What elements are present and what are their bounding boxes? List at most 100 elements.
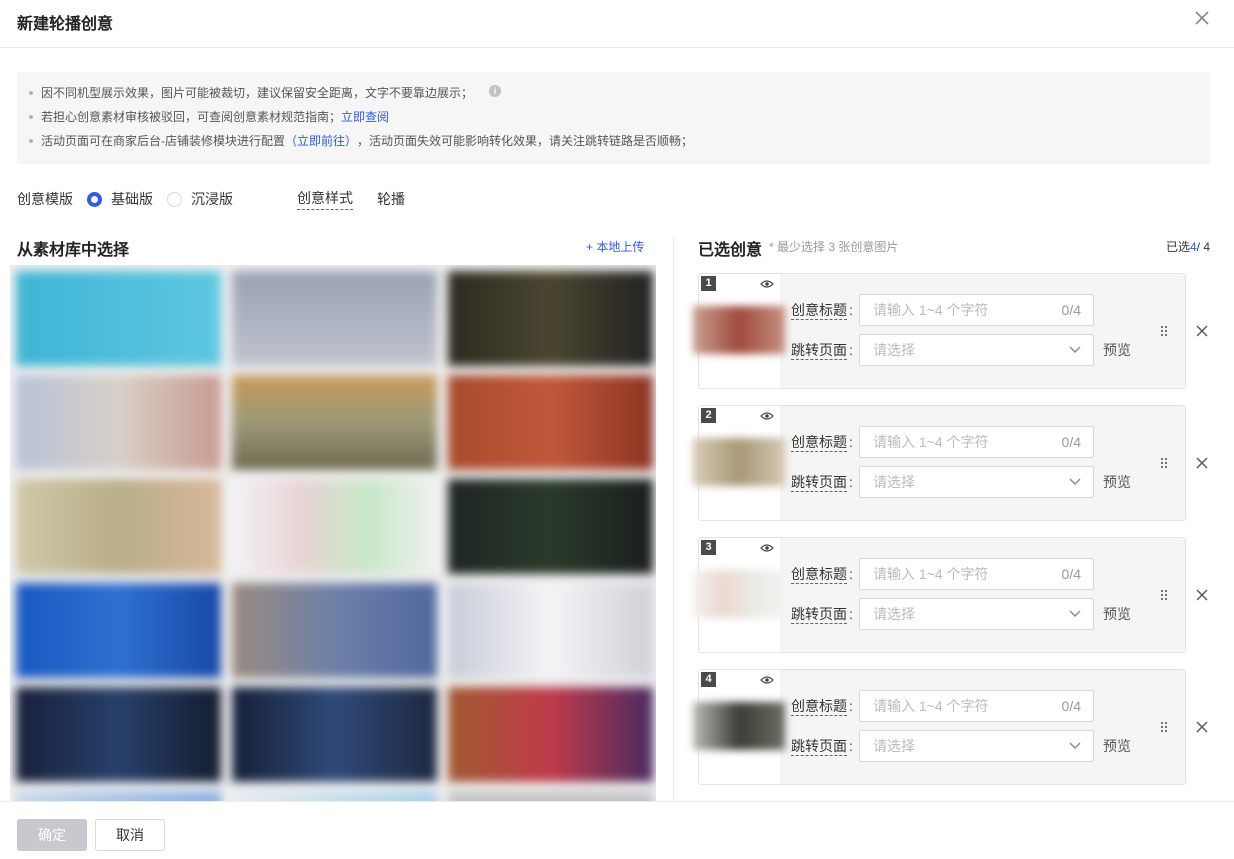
- jump-page-select[interactable]: 请选择: [859, 730, 1094, 762]
- select-placeholder: 请选择: [873, 474, 915, 490]
- cancel-button[interactable]: 取消: [95, 819, 165, 851]
- creative-title-input[interactable]: 请输入 1~4 个字符 0/4: [859, 294, 1094, 326]
- selected-count: 已选4/ 4: [1166, 238, 1210, 255]
- selected-title: 已选创意: [698, 242, 763, 259]
- preview-link[interactable]: 预览: [1103, 605, 1131, 623]
- jump-page-select[interactable]: 请选择: [859, 334, 1094, 366]
- confirm-button[interactable]: 确定: [17, 819, 87, 851]
- creative-title-input[interactable]: 请输入 1~4 个字符 0/4: [859, 558, 1094, 590]
- title-placeholder: 请输入 1~4 个字符: [873, 566, 989, 582]
- material-thumb[interactable]: [232, 583, 437, 678]
- material-thumb[interactable]: [448, 791, 653, 801]
- material-thumb[interactable]: [16, 791, 221, 801]
- material-thumb[interactable]: [232, 375, 437, 470]
- eye-icon[interactable]: [760, 543, 774, 553]
- remove-icon[interactable]: [1196, 457, 1208, 469]
- title-char-count: 0/4: [1061, 566, 1081, 582]
- jump-field-label: 跳转页面: [791, 738, 847, 756]
- jump-page-select[interactable]: 请选择: [859, 598, 1094, 630]
- jump-field-colon: :: [849, 474, 853, 490]
- material-thumb[interactable]: [16, 271, 221, 366]
- jump-page-select[interactable]: 请选择: [859, 466, 1094, 498]
- material-thumb[interactable]: [448, 271, 653, 366]
- title-field-colon: :: [849, 698, 853, 714]
- creative-title-input[interactable]: 请输入 1~4 个字符 0/4: [859, 426, 1094, 458]
- radio-checked-indicator[interactable]: [87, 191, 102, 207]
- eye-icon[interactable]: [760, 279, 774, 289]
- material-thumb[interactable]: [16, 583, 221, 678]
- title-char-count: 0/4: [1061, 434, 1081, 450]
- title-field-colon: :: [849, 434, 853, 450]
- radio-immersive[interactable]: 沉浸版: [167, 189, 233, 209]
- remove-icon[interactable]: [1196, 325, 1208, 337]
- title-field-label: 创意标题: [791, 302, 847, 320]
- count-current: 4: [1189, 240, 1197, 254]
- select-placeholder: 请选择: [873, 606, 915, 622]
- creative-title-input[interactable]: 请输入 1~4 个字符 0/4: [859, 690, 1094, 722]
- card-index: 1: [701, 276, 716, 291]
- remove-icon[interactable]: [1196, 721, 1208, 733]
- drag-handle-icon[interactable]: [1159, 325, 1169, 337]
- close-icon[interactable]: [1192, 8, 1212, 28]
- material-thumb[interactable]: [448, 583, 653, 678]
- title-field-colon: :: [849, 566, 853, 582]
- material-thumb[interactable]: [448, 687, 653, 782]
- creative-image-box: 1: [693, 274, 785, 388]
- drag-handle-icon[interactable]: [1159, 721, 1169, 733]
- eye-icon[interactable]: [760, 411, 774, 421]
- dialog-header: 新建轮播创意: [0, 0, 1234, 48]
- radio-unchecked-indicator[interactable]: [167, 191, 182, 207]
- selected-creative-card: 3 创意标题 : 请输入 1~4 个字符 0/4 跳转页面 : 请选择 预览: [693, 537, 1186, 653]
- material-grid[interactable]: [10, 265, 656, 801]
- creative-image: [693, 438, 785, 486]
- preview-link[interactable]: 预览: [1103, 473, 1131, 491]
- notice-box: 因不同机型展示效果，图片可能被裁切，建议保留安全距离，文字不要靠边展示； i 若…: [17, 72, 1210, 164]
- info-icon[interactable]: i: [489, 85, 502, 97]
- radio-basic[interactable]: 基础版: [87, 189, 153, 209]
- selected-subtitle: * 最少选择 3 张创意图片: [769, 240, 899, 254]
- preview-link[interactable]: 预览: [1103, 737, 1131, 755]
- select-placeholder: 请选择: [873, 342, 915, 358]
- bullet-dot: [29, 91, 33, 95]
- bullet-dot: [29, 115, 33, 119]
- go-now-link[interactable]: （立即前往）: [285, 133, 357, 149]
- material-thumb[interactable]: [232, 479, 437, 574]
- chevron-down-icon: [1069, 478, 1081, 485]
- local-upload-link[interactable]: + 本地上传: [586, 238, 644, 255]
- dialog-title: 新建轮播创意: [17, 16, 114, 33]
- title-char-count: 0/4: [1061, 698, 1081, 714]
- template-row: 创意模版 基础版 沉浸版 创意样式 轮播: [17, 189, 405, 210]
- creative-image: [693, 702, 785, 750]
- material-thumb[interactable]: [232, 791, 437, 801]
- title-placeholder: 请输入 1~4 个字符: [873, 698, 989, 714]
- material-thumb[interactable]: [232, 271, 437, 366]
- material-thumb[interactable]: [16, 687, 221, 782]
- notice-text-1: 因不同机型展示效果，图片可能被裁切，建议保留安全距离，文字不要靠边展示；: [41, 86, 474, 100]
- remove-icon[interactable]: [1196, 589, 1208, 601]
- material-thumb[interactable]: [448, 479, 653, 574]
- title-field-label: 创意标题: [791, 698, 847, 716]
- notice-line-2: 若担心创意素材审核被驳回，可查阅创意素材规范指南； 立即查阅: [29, 109, 1210, 133]
- creative-style-value: 轮播: [377, 191, 405, 207]
- selected-creative-card: 4 创意标题 : 请输入 1~4 个字符 0/4 跳转页面 : 请选择 预览: [693, 669, 1186, 785]
- card-index: 3: [701, 540, 716, 555]
- drag-handle-icon[interactable]: [1159, 457, 1169, 469]
- title-field-label: 创意标题: [791, 566, 847, 584]
- guide-link[interactable]: 立即查阅: [341, 109, 389, 125]
- selected-creative-card: 2 创意标题 : 请输入 1~4 个字符 0/4 跳转页面 : 请选择 预览: [693, 405, 1186, 521]
- material-thumb[interactable]: [448, 375, 653, 470]
- preview-link[interactable]: 预览: [1103, 341, 1131, 359]
- material-thumb[interactable]: [232, 687, 437, 782]
- eye-icon[interactable]: [760, 675, 774, 685]
- creative-image-box: 2: [693, 406, 785, 520]
- creative-image: [693, 570, 785, 618]
- library-title: 从素材库中选择: [17, 242, 130, 259]
- material-thumb[interactable]: [16, 375, 221, 470]
- dialog-footer: 确定 取消: [0, 801, 1234, 859]
- notice-text-2: 若担心创意素材审核被驳回，可查阅创意素材规范指南；: [41, 110, 342, 124]
- title-field-label: 创意标题: [791, 434, 847, 452]
- count-total: / 4: [1196, 240, 1210, 254]
- material-thumb[interactable]: [16, 479, 221, 574]
- select-placeholder: 请选择: [873, 738, 915, 754]
- drag-handle-icon[interactable]: [1159, 589, 1169, 601]
